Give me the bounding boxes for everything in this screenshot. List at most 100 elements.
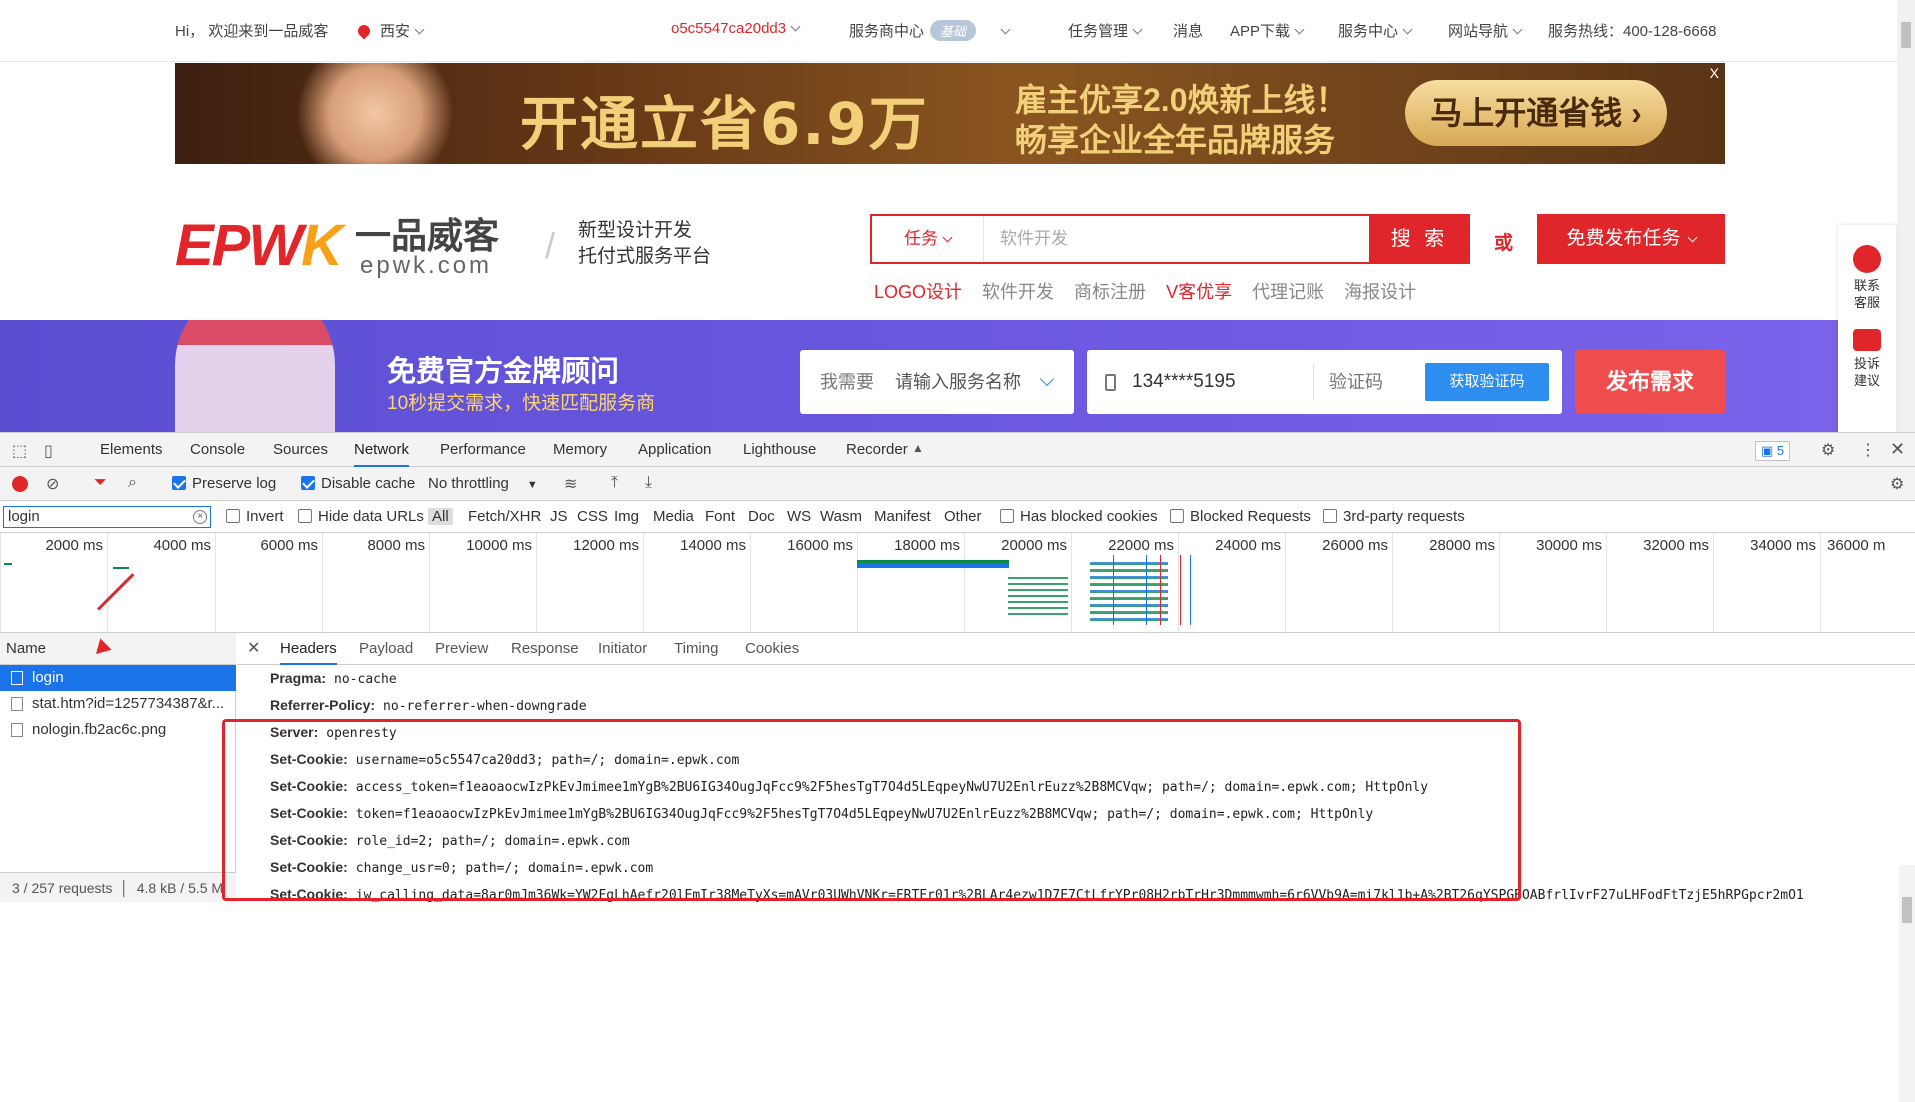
messages-link[interactable]: 消息 xyxy=(1173,20,1203,41)
blocked-requests-label: Blocked Requests xyxy=(1190,508,1311,525)
disable-cache-checkbox[interactable]: Disable cache xyxy=(301,467,415,501)
type-filter-img[interactable]: Img xyxy=(614,501,639,533)
type-filter-ws[interactable]: WS xyxy=(787,501,811,533)
tick-label: 2000 ms xyxy=(45,537,103,554)
tab-console[interactable]: Console xyxy=(190,433,245,467)
tab-cookies[interactable]: Cookies xyxy=(745,633,799,665)
type-filter-wasm[interactable]: Wasm xyxy=(820,501,862,533)
clear-icon[interactable]: ⊘ xyxy=(46,474,59,494)
type-filter-fetch[interactable]: Fetch/XHR xyxy=(468,501,541,533)
export-har-icon[interactable]: ⤓ xyxy=(645,474,652,492)
banner-cta-button[interactable]: 马上开通省钱 › xyxy=(1405,80,1667,146)
blocked-cookies-checkbox[interactable]: Has blocked cookies xyxy=(1000,501,1158,533)
contact-service-button[interactable]: 联系客服 xyxy=(1838,245,1896,311)
type-filter-all[interactable]: All xyxy=(428,501,453,533)
tab-memory[interactable]: Memory xyxy=(553,433,607,467)
task-management-menu[interactable]: 任务管理 xyxy=(1068,20,1143,41)
invert-checkbox[interactable]: Invert xyxy=(226,501,284,533)
filter-input[interactable]: login × xyxy=(3,506,211,528)
publish-task-button[interactable]: 免费发布任务 xyxy=(1537,214,1725,264)
checkbox[interactable] xyxy=(1323,509,1337,523)
search-input[interactable]: 软件开发 xyxy=(1000,216,1370,262)
site-logo[interactable]: EPWK 一品威客 epwk.com xyxy=(175,217,520,280)
checkbox[interactable] xyxy=(226,509,240,523)
hot-keyword[interactable]: 软件开发 xyxy=(982,282,1054,302)
tab-elements[interactable]: Elements xyxy=(100,433,163,467)
tab-lighthouse[interactable]: Lighthouse xyxy=(743,433,816,467)
hot-keyword[interactable]: LOGO设计 xyxy=(874,282,962,302)
promo-banner[interactable]: 开通立省6.9万 雇主优享2.0焕新上线！ 畅享企业全年品牌服务 马上开通省钱 … xyxy=(175,63,1725,164)
need-select[interactable]: 我需要 请输入服务名称 xyxy=(800,350,1074,414)
submit-demand-button[interactable]: 发布需求 xyxy=(1575,350,1725,414)
clear-filter-icon[interactable]: × xyxy=(193,510,207,524)
site-nav-menu[interactable]: 网站导航 xyxy=(1448,20,1523,41)
hide-data-urls-checkbox[interactable]: Hide data URLs xyxy=(298,501,424,533)
search-icon[interactable]: ⌕ xyxy=(128,474,137,492)
logo-letters: EPW xyxy=(175,213,303,278)
type-filter-doc[interactable]: Doc xyxy=(748,501,775,533)
banner-close-icon[interactable]: X xyxy=(1710,65,1719,81)
merchant-center-link[interactable]: 服务商中心 基础 xyxy=(849,20,1011,41)
city-selector[interactable]: 西安 xyxy=(355,20,425,41)
search-category-select[interactable]: 任务 xyxy=(872,216,984,262)
network-conditions-icon[interactable]: ≋ xyxy=(564,474,577,494)
page-scrollbar[interactable] xyxy=(1897,0,1915,432)
type-filter-font[interactable]: Font xyxy=(705,501,735,533)
device-toolbar-icon[interactable]: ▯ xyxy=(44,441,53,461)
checkbox[interactable] xyxy=(1170,509,1184,523)
filter-icon[interactable]: ⏷ xyxy=(94,474,107,492)
record-button[interactable] xyxy=(12,476,28,492)
checkbox-checked[interactable] xyxy=(172,476,186,490)
type-filter-other[interactable]: Other xyxy=(944,501,982,533)
service-center-menu[interactable]: 服务中心 xyxy=(1338,20,1413,41)
request-row[interactable]: stat.htm?id=1257734387&r... xyxy=(0,691,236,717)
tab-response[interactable]: Response xyxy=(511,633,579,665)
tab-preview[interactable]: Preview xyxy=(435,633,488,665)
tab-timing[interactable]: Timing xyxy=(674,633,718,665)
tab-application[interactable]: Application xyxy=(638,433,711,467)
hot-keyword[interactable]: 商标注册 xyxy=(1074,282,1146,302)
network-overview-timeline[interactable]: 2000 ms 4000 ms 6000 ms 8000 ms 10000 ms… xyxy=(0,533,1915,633)
search-button[interactable]: 搜 索 xyxy=(1369,214,1470,264)
network-settings-icon[interactable]: ⚙ xyxy=(1890,474,1904,494)
settings-gear-icon[interactable]: ⚙ xyxy=(1821,440,1835,460)
tab-recorder[interactable]: Recorder xyxy=(846,433,908,467)
request-row[interactable]: nologin.fb2ac6c.png xyxy=(0,717,236,743)
tab-initiator[interactable]: Initiator xyxy=(598,633,647,665)
hot-keyword[interactable]: 代理记账 xyxy=(1252,282,1324,302)
checkbox[interactable] xyxy=(1000,509,1014,523)
tab-performance[interactable]: Performance xyxy=(440,433,526,467)
hot-keyword[interactable]: 海报设计 xyxy=(1344,282,1416,302)
close-devtools-icon[interactable]: ✕ xyxy=(1890,439,1905,460)
user-menu[interactable]: o5c5547ca20dd3 xyxy=(671,20,801,37)
type-filter-js[interactable]: JS xyxy=(550,501,568,533)
tab-network[interactable]: Network xyxy=(354,433,410,467)
request-row[interactable]: login xyxy=(0,665,236,691)
header-line: Set-Cookie: token=f1eaoaocwIzPkEvJmimee1m… xyxy=(270,800,1373,827)
type-filter-css[interactable]: CSS xyxy=(577,501,608,533)
code-input[interactable]: 验证码 xyxy=(1329,350,1383,414)
checkbox[interactable] xyxy=(298,509,312,523)
type-filter-manifest[interactable]: Manifest xyxy=(874,501,931,533)
tab-headers[interactable]: Headers xyxy=(280,633,337,665)
more-options-icon[interactable]: ⋮ xyxy=(1860,440,1876,460)
phone-input[interactable]: 134****5195 xyxy=(1132,350,1236,414)
get-code-button[interactable]: 获取验证码 xyxy=(1425,363,1549,401)
feedback-button[interactable]: 投诉建议 xyxy=(1838,329,1896,389)
scrollbar-thumb[interactable] xyxy=(1901,22,1911,48)
tab-payload[interactable]: Payload xyxy=(359,633,413,665)
tab-sources[interactable]: Sources xyxy=(273,433,328,467)
import-har-icon[interactable]: ⤒ xyxy=(611,474,618,492)
throttling-select[interactable]: No throttling ▼ xyxy=(428,467,538,501)
third-party-checkbox[interactable]: 3rd-party requests xyxy=(1323,501,1465,533)
preserve-log-checkbox[interactable]: Preserve log xyxy=(172,467,276,501)
close-details-icon[interactable]: ✕ xyxy=(247,633,260,665)
hot-keyword[interactable]: V客优享 xyxy=(1166,282,1232,302)
name-column-header[interactable]: Name xyxy=(0,633,236,665)
app-download-menu[interactable]: APP下载 xyxy=(1230,20,1305,41)
type-filter-media[interactable]: Media xyxy=(653,501,694,533)
inspect-element-icon[interactable]: ⬚ xyxy=(12,441,27,461)
checkbox-checked[interactable] xyxy=(301,476,315,490)
blocked-requests-checkbox[interactable]: Blocked Requests xyxy=(1170,501,1311,533)
issues-badge[interactable]: ▣ 5 xyxy=(1755,441,1791,461)
